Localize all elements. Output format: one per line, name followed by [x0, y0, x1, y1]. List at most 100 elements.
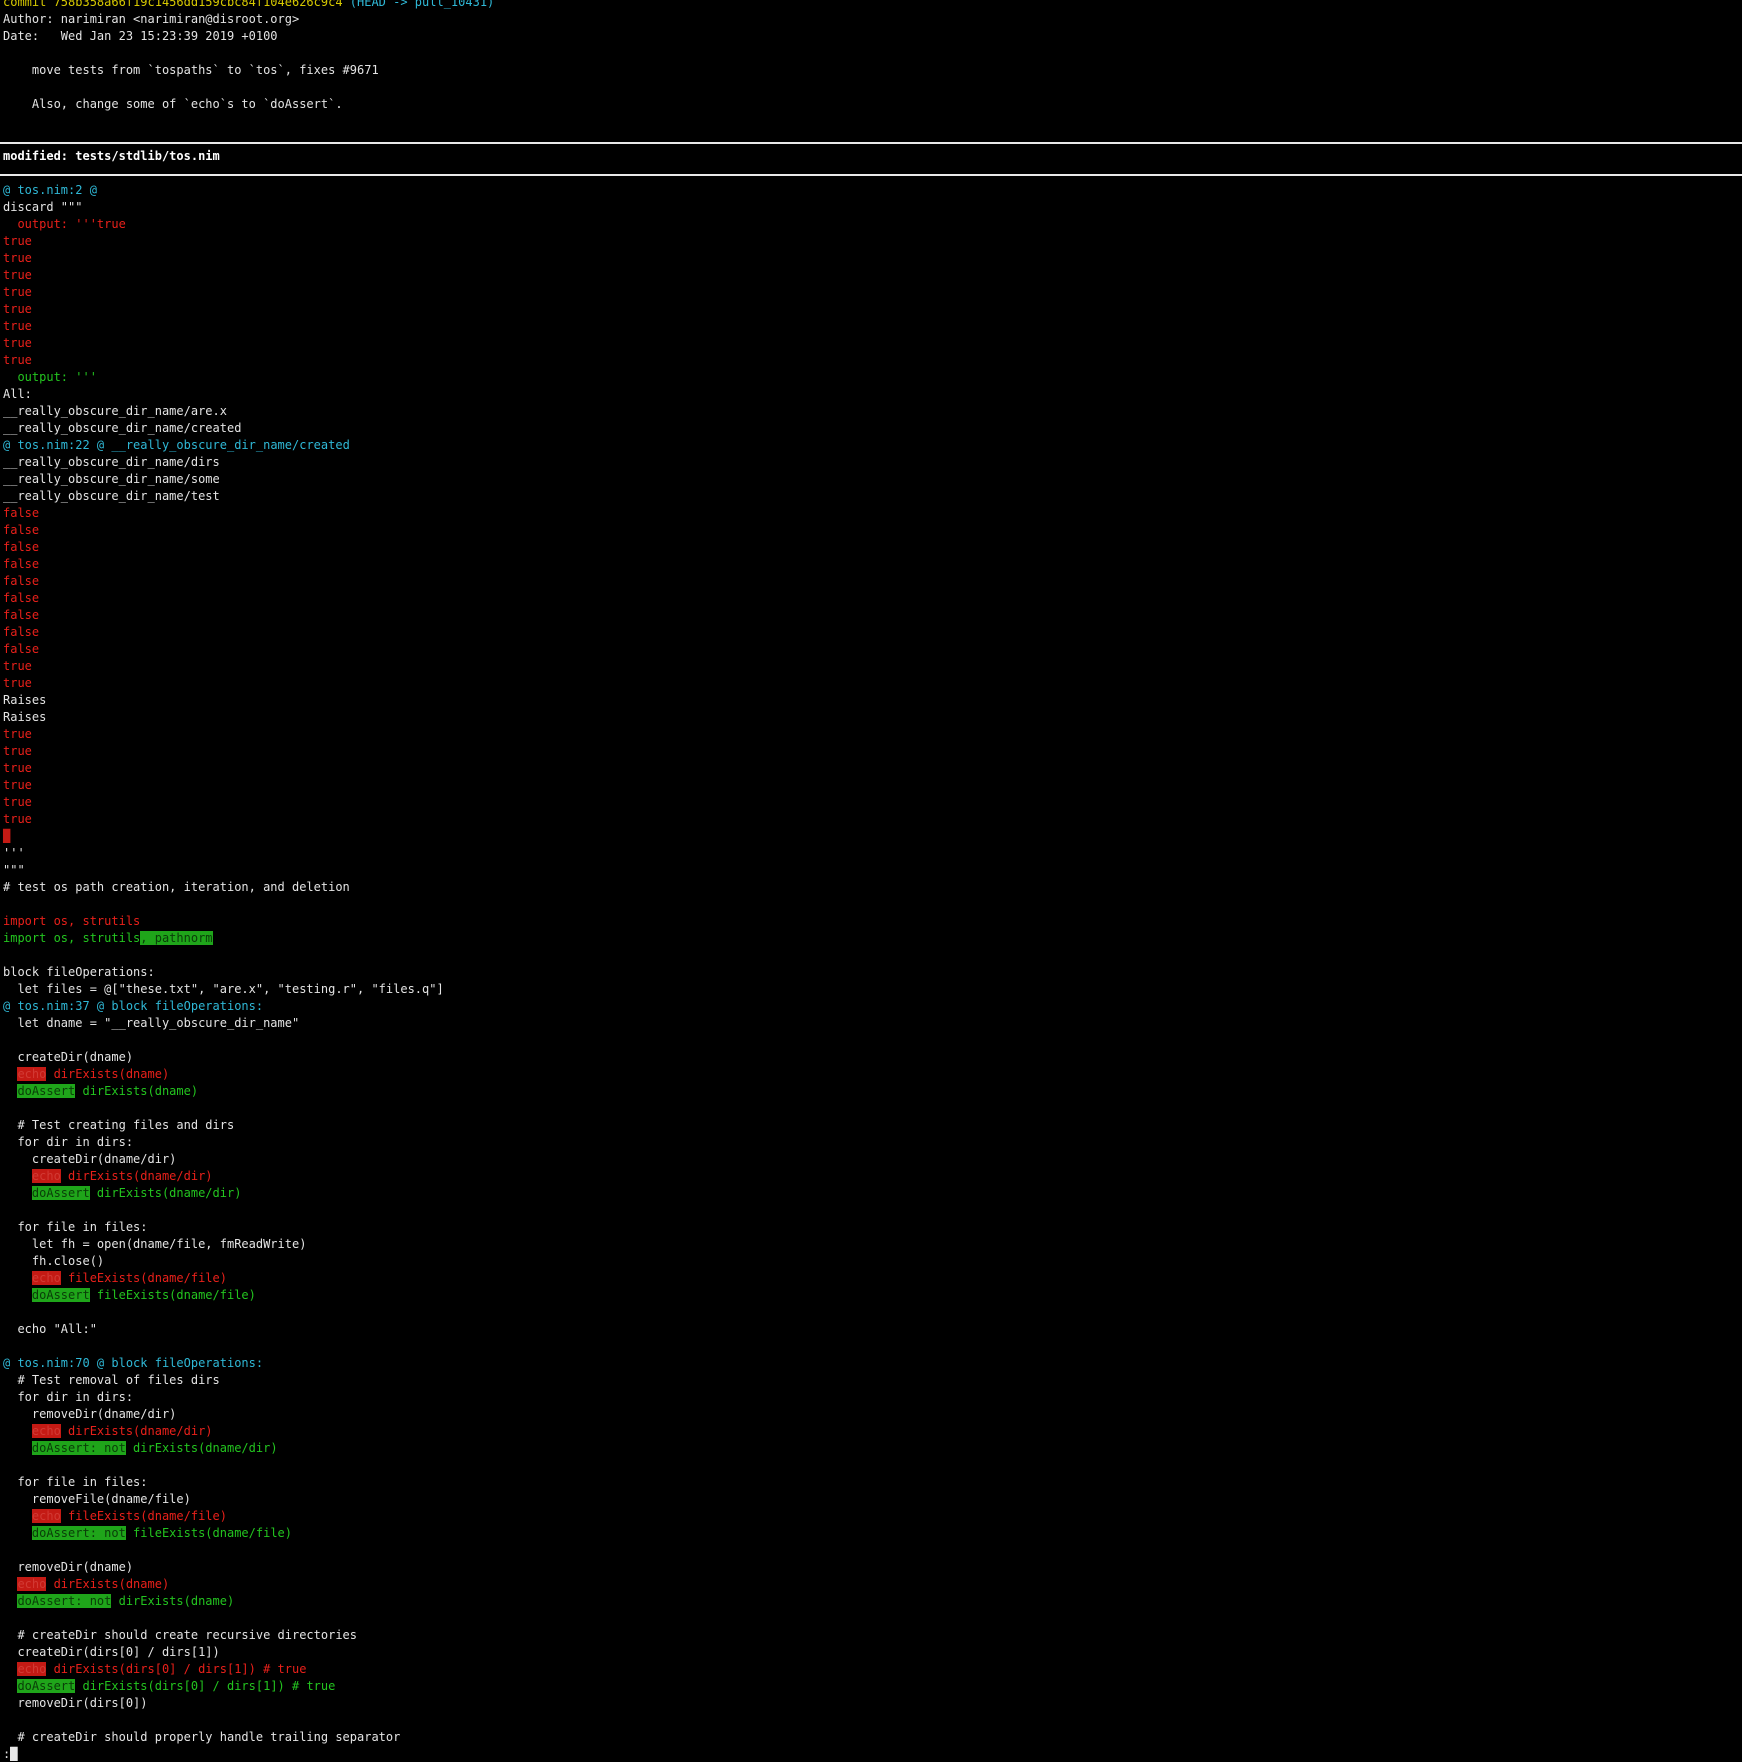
terminal-line: true [3, 284, 32, 301]
line-text: createDir(dirs[0] / dirs[1]) [3, 1645, 220, 1659]
terminal-line: block fileOperations: [3, 964, 155, 981]
line-text: dirExists(dname/dir) [60, 1169, 213, 1183]
line-text: for file in files: [3, 1475, 148, 1489]
line-text: true [3, 812, 32, 826]
line-text [3, 1186, 32, 1200]
terminal-line: createDir(dirs[0] / dirs[1]) [3, 1644, 220, 1661]
line-text: true [3, 285, 32, 299]
diff-word-highlight: doAssert: not [17, 1594, 112, 1608]
terminal-line: fh.close() [3, 1253, 104, 1270]
terminal-line: █ [3, 828, 11, 845]
terminal-line: Raises [3, 709, 46, 726]
terminal-line: true [3, 335, 32, 352]
terminal-line: discard """ [3, 199, 82, 216]
diff-word-highlight: doAssert: not [31, 1526, 126, 1540]
terminal-line: true [3, 811, 32, 828]
line-text: dirExists(dname) [46, 1577, 170, 1591]
line-text: ''' [3, 846, 25, 860]
line-text: __really_obscure_dir_name/are.x [3, 404, 227, 418]
terminal-line: # Test creating files and dirs [3, 1117, 234, 1134]
line-text [3, 1084, 17, 1098]
terminal-line: __really_obscure_dir_name/dirs [3, 454, 220, 471]
line-text: true [3, 795, 32, 809]
line-text: false [3, 557, 40, 571]
terminal-line: false [3, 556, 39, 573]
terminal-line: output: ''' [3, 369, 96, 386]
line-text: # Test creating files and dirs [3, 1118, 235, 1132]
line-text: for dir in dirs: [3, 1135, 134, 1149]
terminal-line: commit 758b358a66f19c1456dd159cbc84f104e… [3, 0, 494, 11]
line-text: # Test removal of files dirs [3, 1373, 220, 1387]
line-text: discard """ [3, 200, 83, 214]
line-text: createDir(dname) [3, 1050, 134, 1064]
diff-word-highlight: echo [31, 1509, 61, 1523]
line-text: false [3, 608, 40, 622]
line-text: true [3, 302, 32, 316]
terminal-line: true [3, 675, 32, 692]
diff-word-highlight: echo [31, 1424, 61, 1438]
line-text: block fileOperations: [111, 999, 264, 1013]
line-text: true [3, 727, 32, 741]
line-text: true [3, 659, 32, 673]
terminal-line: let files = @["these.txt", "are.x", "tes… [3, 981, 444, 998]
line-text: true [3, 336, 32, 350]
line-text: Author: narimiran <narimiran@disroot.org… [3, 12, 300, 26]
line-text: false [3, 523, 40, 537]
terminal-line: # test os path creation, iteration, and … [3, 879, 350, 896]
terminal-line: true [3, 794, 32, 811]
line-text [3, 1526, 32, 1540]
terminal-line: echo "All:" [3, 1321, 96, 1338]
terminal-line: __really_obscure_dir_name/created [3, 420, 241, 437]
terminal-line: doAssert: not fileExists(dname/file) [3, 1525, 292, 1542]
terminal-line: # Test removal of files dirs [3, 1372, 220, 1389]
line-text: @ tos.nim:70 @ [3, 1356, 112, 1370]
line-text: let files = @["these.txt", "are.x", "tes… [3, 982, 444, 996]
line-text: fileExists(dname/file) [60, 1271, 227, 1285]
terminal-line: doAssert dirExists(dirs[0] / dirs[1]) # … [3, 1678, 335, 1695]
line-text: output: '''true [3, 217, 126, 231]
line-text: block fileOperations: [111, 1356, 264, 1370]
terminal-line: echo fileExists(dname/file) [3, 1508, 227, 1525]
terminal-line: false [3, 573, 39, 590]
line-text: (HEAD -> pull_10431) [349, 0, 495, 9]
terminal-line: echo dirExists(dname/dir) [3, 1168, 213, 1185]
terminal-window[interactable]: commit 758b358a66f19c1456dd159cbc84f104e… [0, 0, 1742, 1762]
line-text: for file in files: [3, 1220, 148, 1234]
terminal-line: true [3, 250, 32, 267]
diff-word-highlight: doAssert [17, 1084, 76, 1098]
terminal-line: echo dirExists(dirs[0] / dirs[1]) # true [3, 1661, 306, 1678]
line-text: dirExists(dname/dir) [60, 1424, 213, 1438]
line-text: # test os path creation, iteration, and … [3, 880, 350, 894]
terminal-line: __really_obscure_dir_name/some [3, 471, 220, 488]
terminal-line: let fh = open(dname/file, fmReadWrite) [3, 1236, 307, 1253]
line-text: fh.close() [3, 1254, 105, 1268]
terminal-line: doAssert: not dirExists(dname/dir) [3, 1440, 278, 1457]
line-text: Raises [3, 710, 47, 724]
terminal-line: __really_obscure_dir_name/are.x [3, 403, 227, 420]
terminal-line: for dir in dirs: [3, 1389, 133, 1406]
diff-word-highlight: echo [17, 1067, 47, 1081]
terminal-line: false [3, 522, 39, 539]
line-text: false [3, 642, 40, 656]
terminal-line: removeFile(dname/file) [3, 1491, 191, 1508]
terminal-line: move tests from `tospaths` to `tos`, fix… [3, 62, 379, 79]
terminal-line: true [3, 760, 32, 777]
line-text: __really_obscure_dir_name/some [3, 472, 220, 486]
line-text: Date: Wed Jan 23 15:23:39 2019 +0100 [3, 29, 278, 43]
terminal-line: echo dirExists(dname) [3, 1576, 169, 1593]
line-text: for dir in dirs: [3, 1390, 134, 1404]
line-text: removeDir(dname) [3, 1560, 134, 1574]
line-text: commit 758b358a66f19c1456dd159cbc84f104e… [3, 0, 350, 9]
line-text: dirExists(dname/dir) [125, 1441, 278, 1455]
terminal-line: true [3, 267, 32, 284]
line-text: true [3, 319, 32, 333]
terminal-line: false [3, 624, 39, 641]
line-text: __really_obscure_dir_name/created [3, 421, 242, 435]
line-text: dirExists(dirs[0] / dirs[1]) # true [46, 1662, 307, 1676]
terminal-line: Raises [3, 692, 46, 709]
line-text: import os, strutils [3, 931, 141, 945]
line-text [3, 1577, 17, 1591]
terminal-line: echo fileExists(dname/file) [3, 1270, 227, 1287]
line-text: fileExists(dname/file) [125, 1526, 292, 1540]
terminal-line: output: '''true [3, 216, 126, 233]
